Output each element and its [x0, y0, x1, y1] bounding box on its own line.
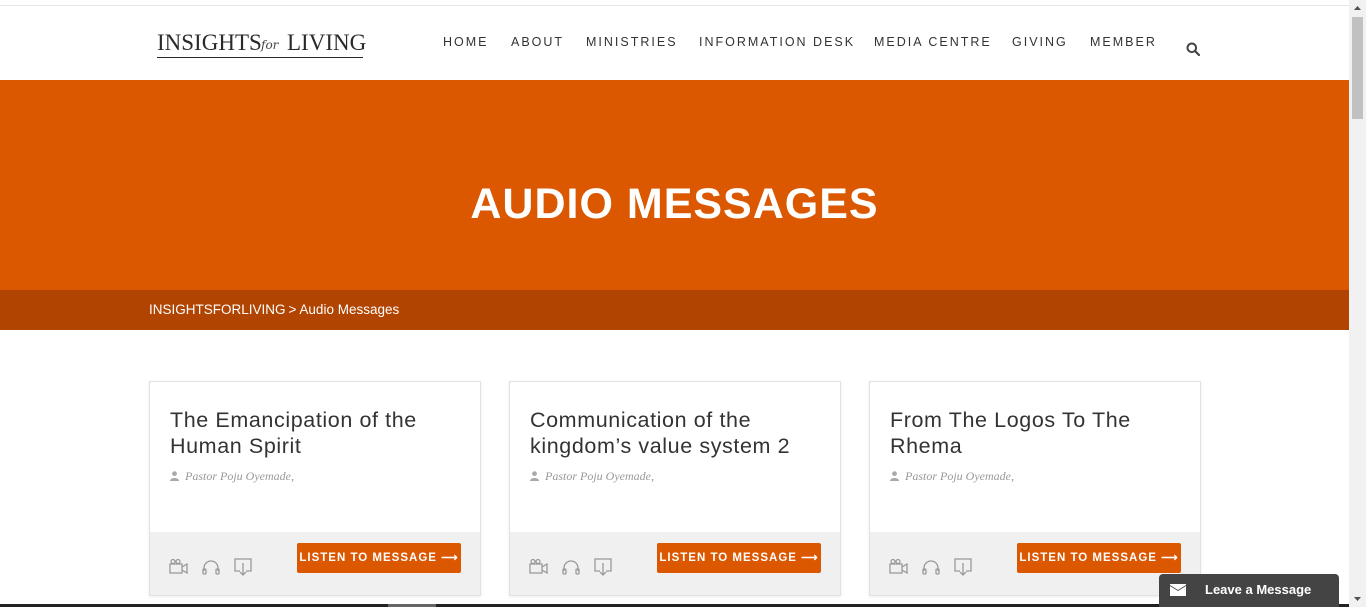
- message-title[interactable]: From The Logos To The Rhema: [890, 407, 1190, 459]
- nav-item-giving[interactable]: GIVING: [1012, 35, 1068, 49]
- breadcrumb-separator: >: [288, 302, 297, 317]
- download-icon[interactable]: [593, 558, 613, 576]
- user-icon: [170, 471, 179, 481]
- message-title[interactable]: Communication of the kingdom’s value sys…: [530, 407, 830, 459]
- author-name: Pastor Poju Oyemade,: [185, 469, 294, 483]
- video-icon[interactable]: [889, 558, 909, 576]
- listen-to-message-button[interactable]: LISTEN TO MESSAGE ⟶: [657, 543, 821, 573]
- envelope-icon: [1170, 584, 1186, 596]
- author-name: Pastor Poju Oyemade,: [545, 469, 654, 483]
- media-icons: [529, 558, 613, 576]
- message-card: The Emancipation of the Human Spirit Pas…: [149, 381, 481, 596]
- chat-label: Leave a Message: [1205, 582, 1312, 597]
- breadcrumb-current: Audio Messages: [299, 302, 400, 317]
- user-icon: [530, 471, 539, 481]
- logo-text-right: LIVING: [287, 30, 367, 55]
- message-card: From The Logos To The Rhema Pastor Poju …: [869, 381, 1201, 596]
- card-footer: LISTEN TO MESSAGE ⟶: [150, 532, 480, 595]
- card-footer: LISTEN TO MESSAGE ⟶: [870, 532, 1200, 595]
- media-icons: [169, 558, 253, 576]
- nav-item-media-centre[interactable]: MEDIA CENTRE: [874, 35, 992, 49]
- site-header: INSIGHTS for LIVING HOME ABOUT MINISTRIE…: [0, 6, 1349, 80]
- site-logo[interactable]: INSIGHTS for LIVING: [157, 28, 367, 66]
- card-footer: LISTEN TO MESSAGE ⟶: [510, 532, 840, 595]
- scroll-down-arrow-icon[interactable]: [1349, 590, 1366, 607]
- message-title[interactable]: The Emancipation of the Human Spirit: [170, 407, 470, 459]
- breadcrumb-bar: INSIGHTSFORLIVING > Audio Messages: [0, 290, 1349, 330]
- download-icon[interactable]: [233, 558, 253, 576]
- headphones-icon[interactable]: [561, 558, 581, 576]
- message-author: Pastor Poju Oyemade,: [170, 469, 294, 484]
- listen-to-message-button[interactable]: LISTEN TO MESSAGE ⟶: [1017, 543, 1181, 573]
- download-icon[interactable]: [953, 558, 973, 576]
- vertical-scrollbar[interactable]: [1349, 0, 1366, 607]
- scroll-thumb[interactable]: [1352, 17, 1363, 119]
- search-icon[interactable]: [1186, 42, 1200, 56]
- logo-text-for: for: [261, 38, 279, 52]
- breadcrumb: INSIGHTSFORLIVING > Audio Messages: [149, 302, 399, 317]
- media-icons: [889, 558, 973, 576]
- nav-item-home[interactable]: HOME: [443, 35, 489, 49]
- logo-text-left: INSIGHTS: [157, 30, 262, 55]
- headphones-icon[interactable]: [921, 558, 941, 576]
- nav-item-about[interactable]: ABOUT: [511, 35, 564, 49]
- page-title: AUDIO MESSAGES: [470, 180, 879, 228]
- user-icon: [890, 471, 899, 481]
- page-hero: AUDIO MESSAGES: [0, 80, 1349, 290]
- nav-item-member[interactable]: MEMBER: [1090, 35, 1157, 49]
- scroll-up-arrow-icon[interactable]: [1349, 0, 1366, 17]
- nav-item-ministries[interactable]: MINISTRIES: [586, 35, 678, 49]
- nav-item-information-desk[interactable]: INFORMATION DESK: [699, 35, 855, 49]
- video-icon[interactable]: [169, 558, 189, 576]
- leave-a-message-widget[interactable]: Leave a Message: [1159, 574, 1339, 607]
- logo-underline: [157, 57, 363, 58]
- listen-to-message-button[interactable]: LISTEN TO MESSAGE ⟶: [297, 543, 461, 573]
- message-author: Pastor Poju Oyemade,: [530, 469, 654, 484]
- headphones-icon[interactable]: [201, 558, 221, 576]
- video-icon[interactable]: [529, 558, 549, 576]
- author-name: Pastor Poju Oyemade,: [905, 469, 1014, 483]
- message-author: Pastor Poju Oyemade,: [890, 469, 1014, 484]
- message-card: Communication of the kingdom’s value sys…: [509, 381, 841, 596]
- breadcrumb-home-link[interactable]: INSIGHTSFORLIVING: [149, 302, 286, 317]
